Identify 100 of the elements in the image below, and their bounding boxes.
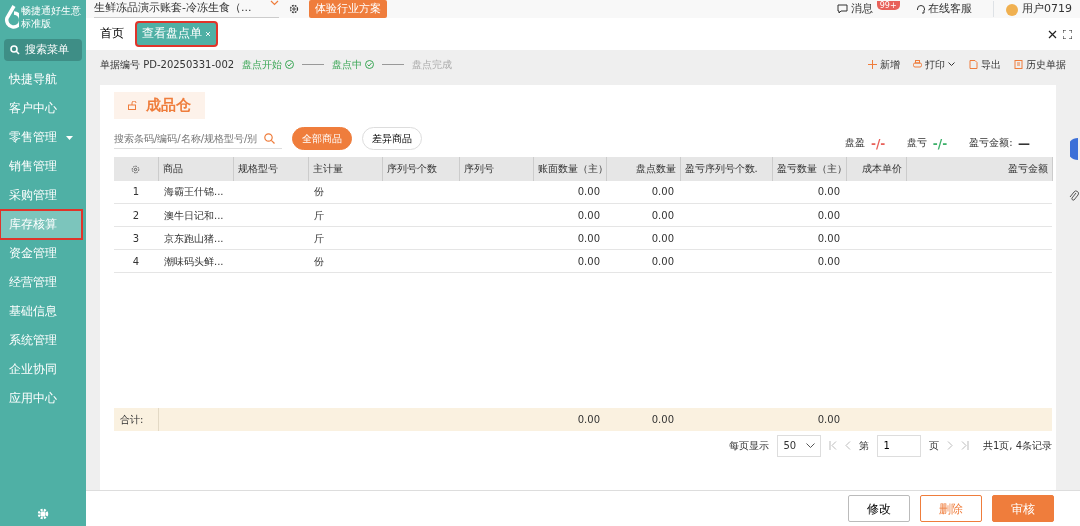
sidebar-item[interactable]: 采购管理 xyxy=(0,181,82,210)
total-cell: 0.00 xyxy=(577,413,600,425)
table-cell: 0.00 xyxy=(577,209,600,221)
close-icon[interactable] xyxy=(1048,29,1057,39)
toolbar-button[interactable]: 导出 xyxy=(968,56,1001,72)
table-cell: 0.00 xyxy=(817,255,840,267)
row-number: 2 xyxy=(132,209,140,221)
table-cell: 斤 xyxy=(314,232,324,244)
document-icon xyxy=(968,59,978,69)
row-number: 1 xyxy=(132,186,140,198)
total-cell: 0.00 xyxy=(651,413,674,425)
action-button[interactable]: 审核 xyxy=(992,495,1054,522)
fullscreen-icon[interactable] xyxy=(1063,29,1072,39)
page-size-select[interactable]: 50 xyxy=(777,434,822,457)
avatar-icon xyxy=(1005,2,1020,16)
brand-name: 畅捷通好生意 xyxy=(21,4,81,17)
table-cell: 澳牛日记和... xyxy=(164,209,224,221)
toolbar-button[interactable]: 新增 xyxy=(867,56,900,72)
table-cell: 份 xyxy=(314,255,324,267)
column-header: 盈亏金额 xyxy=(1007,163,1048,174)
customer-service-link[interactable]: 在线客服 xyxy=(928,0,973,18)
sidebar-item[interactable]: 销售管理 xyxy=(0,152,82,181)
printer-icon xyxy=(913,59,922,69)
table-cell: 京东跑山猪... xyxy=(164,232,224,244)
table-cell: 0.00 xyxy=(651,232,674,244)
table-cell: 0.00 xyxy=(651,209,674,221)
filter-button[interactable]: 差异商品 xyxy=(362,127,422,150)
summary-label: 盘盈 xyxy=(845,135,866,150)
sidebar-item[interactable]: 库存核算 xyxy=(0,210,82,239)
progress-step: 盘点中 xyxy=(332,56,375,72)
plus-icon xyxy=(867,59,877,69)
table-cell: 0.00 xyxy=(577,186,600,198)
summary-value: -/- xyxy=(932,135,948,153)
user-name[interactable]: 用户0719 xyxy=(1022,0,1072,18)
column-header: 序列号个数 xyxy=(386,163,437,174)
summary-value: -/- xyxy=(870,135,886,153)
chat-icon[interactable] xyxy=(836,4,848,14)
search-icon xyxy=(10,45,20,55)
chevron-down-icon xyxy=(270,0,279,7)
check-circle-icon xyxy=(285,59,295,69)
column-header: 账面数量（主） xyxy=(537,163,605,174)
table-cell: 0.00 xyxy=(817,232,840,244)
column-header: 商品 xyxy=(162,163,183,174)
column-header: 主计量 xyxy=(312,163,343,174)
table-cell: 斤 xyxy=(314,209,324,221)
action-button[interactable]: 删除 xyxy=(920,495,982,522)
page-input[interactable]: 1 xyxy=(877,434,922,457)
paperclip-icon[interactable] xyxy=(1069,190,1079,202)
table-cell: 0.00 xyxy=(577,255,600,267)
sidebar-item[interactable]: 快捷导航 xyxy=(0,65,82,94)
search-menu-button[interactable]: 搜索菜单 xyxy=(4,39,82,61)
column-header: 盘点数量 xyxy=(635,163,676,174)
edition-label: 标准版 xyxy=(21,17,52,32)
warehouse-title: 成品仓 xyxy=(114,92,205,119)
per-page-label: 每页显示 xyxy=(729,439,770,453)
sidebar-item[interactable]: 系统管理 xyxy=(0,326,82,355)
column-header: 盈亏序列号个数. xyxy=(684,163,758,174)
toolbar-button[interactable]: 历史单据 xyxy=(1014,56,1066,72)
sidebar-item[interactable]: 企业协同 xyxy=(0,355,82,384)
document-number: 单据编号 PD-20250331-002 xyxy=(100,57,235,72)
sidebar-item[interactable]: 基础信息 xyxy=(0,297,82,326)
row-number: 3 xyxy=(132,232,140,244)
row-number: 4 xyxy=(132,255,140,267)
logo-icon xyxy=(2,4,19,32)
column-header: 规格型号 xyxy=(237,163,278,174)
table-cell: 0.00 xyxy=(577,232,600,244)
column-header: 成本单价 xyxy=(861,163,902,174)
message-badge: 99+ xyxy=(876,0,900,10)
total-cell: 0.00 xyxy=(817,413,840,425)
filter-button[interactable]: 全部商品 xyxy=(292,127,352,150)
summary-value: — xyxy=(1018,135,1030,153)
sidebar-item[interactable]: 客户中心 xyxy=(0,94,82,123)
summary-label: 盘亏 xyxy=(907,135,928,150)
action-button[interactable]: 修改 xyxy=(848,495,910,522)
sidebar-item[interactable]: 资金管理 xyxy=(0,239,82,268)
table-cell: 份 xyxy=(314,186,324,198)
summary-label: 盈亏金额: xyxy=(969,135,1013,150)
promo-button[interactable]: 体验行业方案 xyxy=(309,0,387,19)
tab[interactable]: 查看盘点单 xyxy=(136,22,217,46)
page-prefix: 第 xyxy=(859,439,870,453)
sidebar-item[interactable]: 零售管理 xyxy=(0,123,82,152)
check-circle-icon xyxy=(365,59,375,69)
table-cell: 0.00 xyxy=(817,209,840,221)
sidebar-item[interactable]: 应用中心 xyxy=(0,384,82,413)
search-icon[interactable] xyxy=(264,132,275,144)
table-cell: 0.00 xyxy=(651,255,674,267)
table-cell: 潮味码头鲜... xyxy=(164,255,224,267)
account-dropdown[interactable]: 生鲜冻品演示账套-冷冻生食（... xyxy=(94,0,279,18)
total-label: 合计: xyxy=(120,413,144,425)
chevron-down-icon xyxy=(806,442,816,449)
sidebar-item[interactable]: 经营管理 xyxy=(0,268,82,297)
messages-link[interactable]: 消息 xyxy=(850,0,873,18)
toolbar-button[interactable]: 打印 xyxy=(913,56,955,72)
progress-step: 盘点开始 xyxy=(242,56,295,72)
page-summary: 共1页, 4条记录 xyxy=(982,439,1052,453)
settings-icon[interactable] xyxy=(289,4,299,14)
page-suffix: 页 xyxy=(929,439,940,453)
table-cell: 0.00 xyxy=(651,186,674,198)
column-header: 盈亏数量（主） xyxy=(776,163,845,174)
table-cell: 0.00 xyxy=(817,186,840,198)
